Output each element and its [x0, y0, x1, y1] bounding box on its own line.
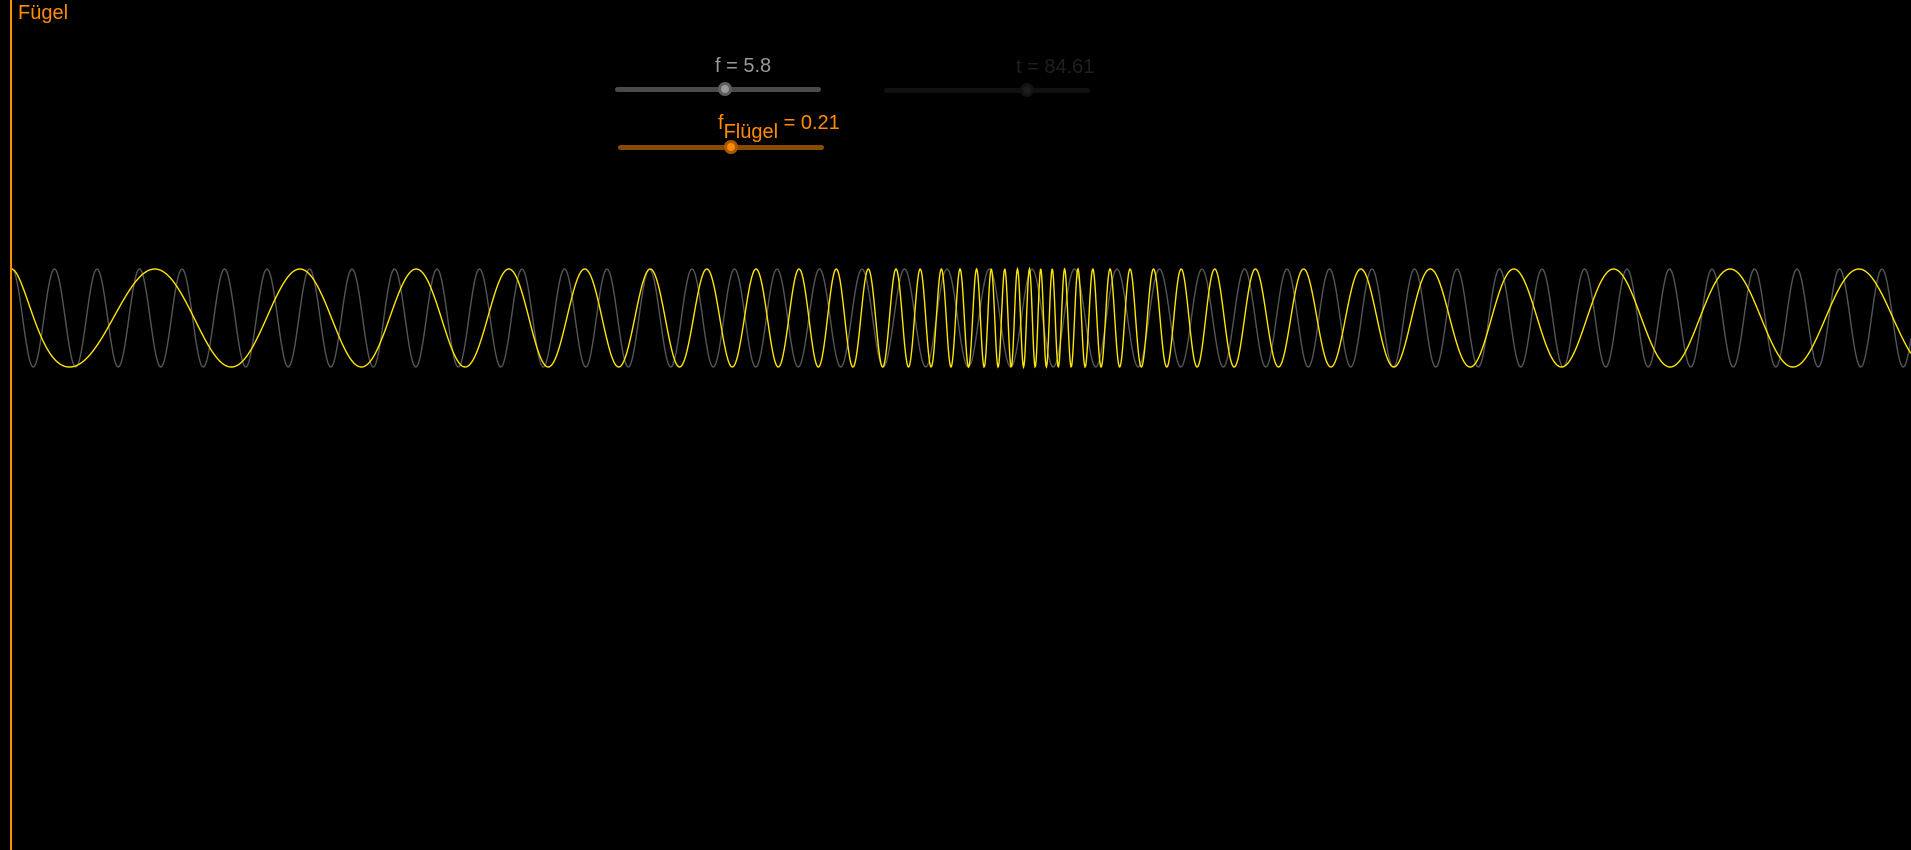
time-slider-track[interactable] — [884, 88, 1090, 93]
frequency-slider-label: f = 5.8 — [715, 55, 772, 77]
doppler-wave — [11, 266, 1911, 370]
time-slider-handle[interactable] — [1020, 83, 1034, 97]
wing-frequency-slider-handle[interactable] — [724, 140, 738, 154]
wing-frequency-symbol: f — [718, 112, 724, 134]
wing-label: Fügel — [18, 2, 69, 24]
time-slider[interactable]: t = 84.61 — [884, 56, 1094, 106]
frequency-slider[interactable]: f = 5.8 — [615, 55, 825, 105]
graphics-view[interactable]: Fügel f = 5.8 t = 84.61 fFlügel = 0.21 — [0, 0, 1911, 850]
wing-frequency-slider[interactable]: fFlügel = 0.21 — [618, 112, 848, 162]
time-slider-label: t = 84.61 — [1016, 56, 1095, 78]
wing-frequency-slider-label: fFlügel = 0.21 — [718, 112, 840, 143]
frequency-slider-handle[interactable] — [718, 82, 732, 96]
reference-wave — [11, 268, 1911, 368]
wing-frequency-slider-track[interactable] — [618, 145, 824, 150]
wing-position-line[interactable] — [10, 0, 12, 850]
wave-plot — [11, 266, 1911, 370]
wing-frequency-value: = 0.21 — [778, 112, 840, 134]
